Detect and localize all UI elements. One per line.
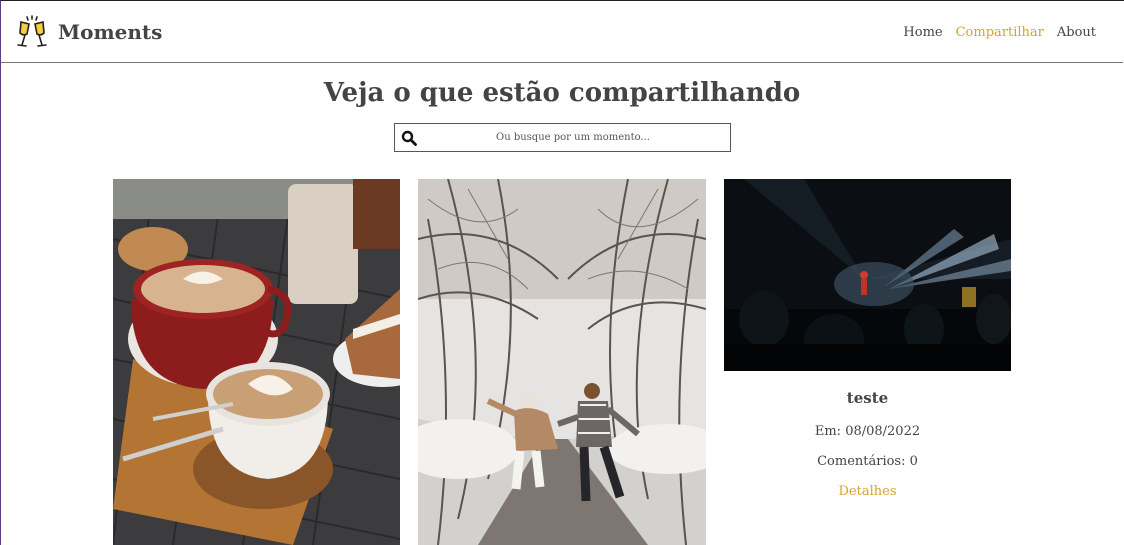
navbar: Moments Home Compartilhar About — [1, 1, 1123, 63]
main-nav: Home Compartilhar About — [903, 25, 1096, 40]
moment-image-snowy-road[interactable] — [418, 179, 706, 545]
search-input[interactable] — [423, 126, 723, 149]
brand[interactable]: Moments — [15, 14, 162, 50]
nav-share-link[interactable]: Compartilhar — [956, 25, 1044, 40]
moment-details-link[interactable]: Detalhes — [724, 484, 1011, 499]
moment-title: teste — [846, 389, 889, 407]
moment-image-coffee[interactable] — [113, 179, 400, 545]
page-title: Veja o que estão compartilhando — [323, 78, 801, 108]
moment-image-concert[interactable] — [724, 179, 1011, 371]
brand-name: Moments — [58, 20, 163, 44]
nav-home-link[interactable]: Home — [903, 25, 942, 40]
moment-date: Em: 08/08/2022 — [814, 424, 921, 439]
moment-comments-count: Comentários: 0 — [817, 454, 918, 469]
champagne-toast-icon — [17, 15, 47, 47]
nav-about-link[interactable]: About — [1057, 25, 1096, 40]
search-box — [394, 123, 731, 152]
search-icon[interactable] — [401, 130, 417, 146]
